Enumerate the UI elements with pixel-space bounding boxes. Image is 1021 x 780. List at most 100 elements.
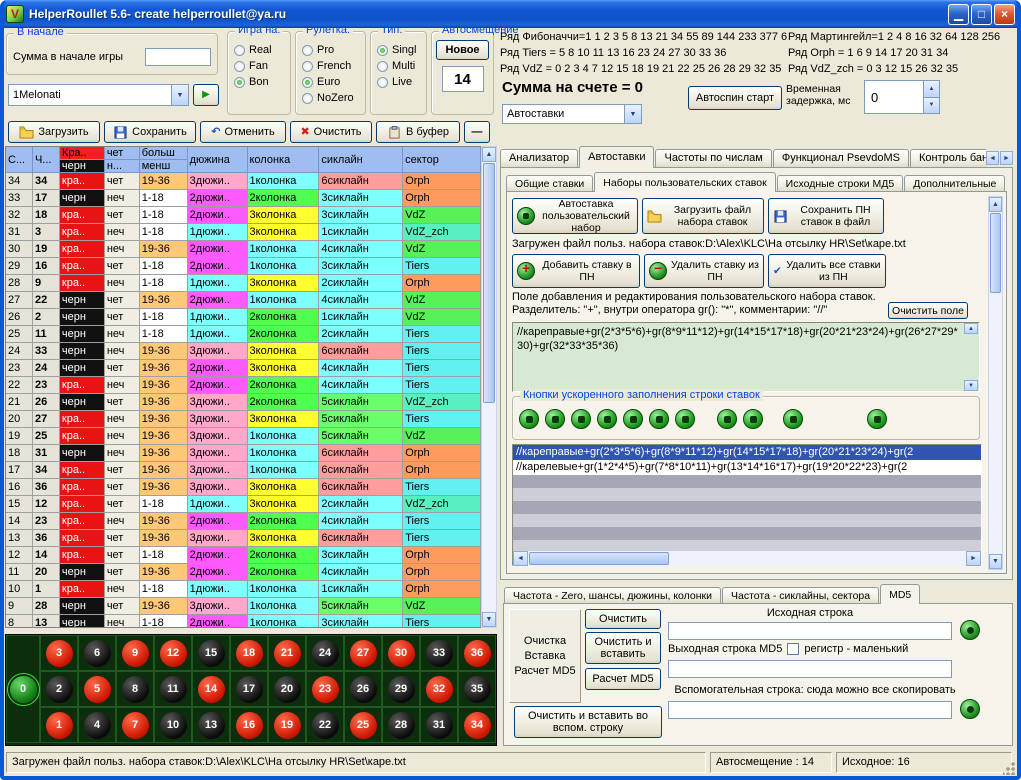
board-cell-34[interactable]: 34 xyxy=(458,707,496,743)
table-row[interactable]: 1831черннеч19-363дюжи..1колонка6сиклайнO… xyxy=(6,445,481,462)
table-row[interactable]: 262чернчет1-181дюжи..2колонка1сиклайнVdZ xyxy=(6,309,481,326)
board-cell-1[interactable]: 1 xyxy=(40,707,78,743)
autobet-user-set-button[interactable]: Автоставка пользовательский набор xyxy=(512,198,638,234)
scroll-left-icon[interactable]: ◄ xyxy=(513,551,528,566)
bottom-tab-1[interactable]: Частота - Zero, шансы, дюжины, колонки xyxy=(504,587,721,604)
scroll-up-icon[interactable]: ▲ xyxy=(964,323,978,334)
title-bar[interactable]: HelperRoullet 5.6- create helperroullet@… xyxy=(0,0,1021,28)
dropdown-arrow-icon[interactable]: ▼ xyxy=(624,105,641,123)
board-cell-15[interactable]: 15 xyxy=(192,635,230,671)
clear-button[interactable]: ✖ Очистить xyxy=(290,121,372,143)
table-row[interactable]: 1734кра..чет19-363дюжи..1колонка6сиклайн… xyxy=(6,462,481,479)
copy-source-button[interactable] xyxy=(960,620,980,640)
table-row[interactable]: 3434кра..чет19-363дюжи..1колонка6сиклайн… xyxy=(6,173,481,190)
table-row[interactable]: 2722чернчет19-362дюжи..1колонка4сиклайнV… xyxy=(6,292,481,309)
table-row[interactable]: 813черннеч1-182дюжи..1колонка3сиклайнTie… xyxy=(6,615,481,628)
table-row[interactable]: 101кра..неч1-181дюжи..1колонка1сиклайнOr… xyxy=(6,581,481,598)
speed-fill-button-2[interactable] xyxy=(545,409,565,429)
clear-field-button[interactable]: Очистить поле xyxy=(888,302,968,319)
board-cell-25[interactable]: 25 xyxy=(344,707,382,743)
scroll-down-icon[interactable]: ▼ xyxy=(964,380,978,391)
speed-fill-button-10[interactable] xyxy=(783,409,803,429)
board-cell-35[interactable]: 35 xyxy=(458,671,496,707)
table-row[interactable]: 2223кра..неч19-362дюжи..2колонка4сиклайн… xyxy=(6,377,481,394)
delay-spinner[interactable]: 0 ▲ ▼ xyxy=(864,80,940,114)
add-bet-button[interactable]: Добавить ставку в ПН xyxy=(512,254,640,288)
aux-string-input[interactable] xyxy=(668,701,952,719)
type-option-multi[interactable]: Multi xyxy=(371,58,426,74)
board-cell-27[interactable]: 27 xyxy=(344,635,382,671)
speed-fill-button-6[interactable] xyxy=(649,409,669,429)
autospin-start-button[interactable]: Автоспин старт xyxy=(688,86,782,110)
table-row[interactable]: 2916кра..чет1-182дюжи..1колонка3сиклайнT… xyxy=(6,258,481,275)
spin-down-icon[interactable]: ▼ xyxy=(924,98,939,114)
sub-tab-4[interactable]: Дополнительные xyxy=(904,175,1005,192)
speed-fill-button-1[interactable] xyxy=(519,409,539,429)
table-row[interactable]: 1512кра..чет1-181дюжи..3колонка2сиклайнV… xyxy=(6,496,481,513)
strategy-combobox[interactable]: 1Melonati ▼ xyxy=(8,84,189,106)
table-row[interactable]: 3218кра..чет1-182дюжи..3колонка3сиклайнV… xyxy=(6,207,481,224)
md5-clear-paste-aux-button[interactable]: Очистить и вставить во вспом. строку xyxy=(514,706,662,738)
sub-tab-3[interactable]: Исходные строки МД5 xyxy=(777,175,904,192)
board-cell-26[interactable]: 26 xyxy=(344,671,382,707)
bottom-tab-2[interactable]: Частота - сиклайны, сектора xyxy=(722,587,879,604)
board-cell-11[interactable]: 11 xyxy=(154,671,192,707)
minimize-button[interactable]: ▁ xyxy=(948,4,969,25)
main-tab-3[interactable]: Частоты по числам xyxy=(655,149,771,168)
board-cell-22[interactable]: 22 xyxy=(306,707,344,743)
board-cell-13[interactable]: 13 xyxy=(192,707,230,743)
main-tab-2[interactable]: Автоставки xyxy=(579,146,654,168)
load-button[interactable]: Загрузить xyxy=(8,121,100,143)
board-cell-10[interactable]: 10 xyxy=(154,707,192,743)
table-row[interactable]: 2027кра..неч19-363дюжи..3колонка5сиклайн… xyxy=(6,411,481,428)
scroll-up-icon[interactable]: ▲ xyxy=(482,147,496,162)
roulette-option-pro[interactable]: Pro xyxy=(296,42,365,58)
board-cell-20[interactable]: 20 xyxy=(268,671,306,707)
md5-clear-paste-button[interactable]: Очистить и вставить xyxy=(585,632,661,664)
table-row[interactable]: 2433черннеч19-363дюжи..3колонка6сиклайнT… xyxy=(6,343,481,360)
autobets-combobox[interactable]: Автоставки ▼ xyxy=(502,104,642,124)
load-bet-set-button[interactable]: Загрузить файл набора ставок xyxy=(642,198,764,234)
board-cell-36[interactable]: 36 xyxy=(458,635,496,671)
board-cell-0[interactable]: 0 xyxy=(6,635,40,743)
table-row[interactable]: 3317черннеч1-182дюжи..2колонка3сиклайнOr… xyxy=(6,190,481,207)
speed-fill-button-5[interactable] xyxy=(623,409,643,429)
board-cell-3[interactable]: 3 xyxy=(40,635,78,671)
scroll-down-icon[interactable]: ▼ xyxy=(989,554,1002,569)
board-cell-33[interactable]: 33 xyxy=(420,635,458,671)
tab-scroll-left-icon[interactable]: ◄ xyxy=(986,151,999,165)
spin-up-icon[interactable]: ▲ xyxy=(924,81,939,98)
table-row[interactable]: 1336кра..чет19-363дюжи..3колонка6сиклайн… xyxy=(6,530,481,547)
board-cell-17[interactable]: 17 xyxy=(230,671,268,707)
board-cell-9[interactable]: 9 xyxy=(116,635,154,671)
table-row[interactable]: 1636кра..чет19-363дюжи..3колонка6сиклайн… xyxy=(6,479,481,496)
board-cell-28[interactable]: 28 xyxy=(382,707,420,743)
speed-fill-button-3[interactable] xyxy=(571,409,591,429)
edit-field-scrollbar[interactable]: ▲ ▼ xyxy=(964,323,978,391)
scroll-right-icon[interactable]: ► xyxy=(966,551,981,566)
board-cell-8[interactable]: 8 xyxy=(116,671,154,707)
save-button[interactable]: Сохранить xyxy=(104,121,196,143)
speed-fill-button-11[interactable] xyxy=(867,409,887,429)
md5-clear-button[interactable]: Очистить xyxy=(585,609,661,629)
tab-scroll-right-icon[interactable]: ► xyxy=(1000,151,1013,165)
apply-strategy-button[interactable]: ▶ xyxy=(193,84,219,106)
board-cell-21[interactable]: 21 xyxy=(268,635,306,671)
board-cell-14[interactable]: 14 xyxy=(192,671,230,707)
table-row[interactable]: 313кра..неч1-181дюжи..3колонка1сиклайнVd… xyxy=(6,224,481,241)
board-cell-6[interactable]: 6 xyxy=(78,635,116,671)
collapse-button[interactable]: — xyxy=(464,121,490,143)
bet-set-list-item[interactable]: //кареправые+gr(2*3*5*6)+gr(8*9*11*12)+g… xyxy=(513,445,981,460)
roulette-option-french[interactable]: French xyxy=(296,58,365,74)
start-sum-input[interactable] xyxy=(145,48,211,66)
board-cell-32[interactable]: 32 xyxy=(420,671,458,707)
new-number-button[interactable]: Новое xyxy=(436,40,489,60)
board-cell-24[interactable]: 24 xyxy=(306,635,344,671)
roulette-option-euro[interactable]: Euro xyxy=(296,74,365,90)
scroll-down-icon[interactable]: ▼ xyxy=(482,612,496,627)
board-cell-29[interactable]: 29 xyxy=(382,671,420,707)
table-row[interactable]: 289кра..неч1-181дюжи..3колонка2сиклайнOr… xyxy=(6,275,481,292)
source-string-input[interactable] xyxy=(668,622,952,640)
type-option-singl[interactable]: Singl xyxy=(371,42,426,58)
undo-button[interactable]: ↶ Отменить xyxy=(200,121,286,143)
